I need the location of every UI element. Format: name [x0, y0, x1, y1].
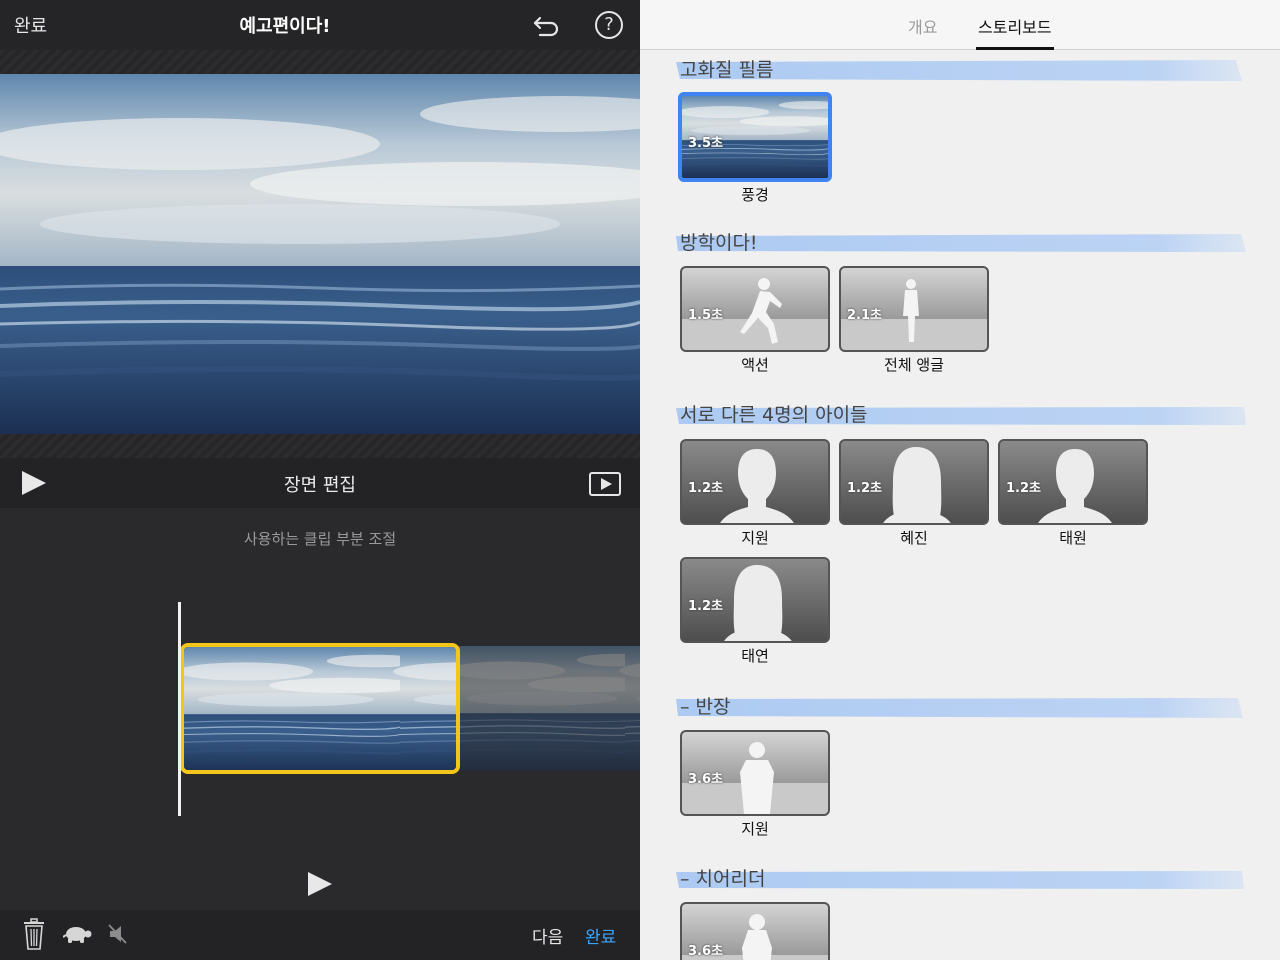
shot-label: 태원 — [1059, 529, 1087, 547]
help-icon[interactable]: ? — [595, 11, 623, 39]
shot-thumbnail[interactable]: 2.1초 — [839, 266, 989, 352]
shot-slot[interactable]: 2.1초 전체 앵글 — [839, 266, 989, 375]
shot-duration: 1.2초 — [688, 599, 723, 614]
shot-slot[interactable]: 1.2초 지원 — [680, 439, 830, 548]
trim-hint: 사용하는 클립 부분 조절 — [243, 530, 397, 548]
shot-label: 태연 — [741, 647, 769, 665]
film-strip-bottom — [0, 434, 640, 458]
shot-label: 지원 — [741, 529, 769, 547]
section-header: – 치어리더 — [676, 864, 1246, 892]
clip-timeline[interactable] — [0, 600, 640, 820]
tab-overview[interactable]: 개요 — [908, 14, 937, 38]
unused-clip-region — [455, 646, 640, 771]
turtle-icon[interactable] — [63, 923, 93, 945]
storyboard-tabs: 개요 스토리보드 — [640, 0, 1280, 50]
next-button[interactable]: 다음 — [532, 923, 563, 948]
shot-thumbnail[interactable]: 1.2초 — [680, 439, 830, 525]
shot-duration: 1.5초 — [688, 308, 723, 323]
shot-slot[interactable]: 3.6초 지원 — [680, 730, 830, 839]
shot-duration: 3.5초 — [688, 136, 723, 151]
shot-duration: 3.6초 — [688, 944, 723, 959]
shot-duration: 1.2초 — [1006, 481, 1041, 496]
shot-label: 혜진 — [900, 529, 928, 547]
editor-pane: 완료 예고편이다! ? 장면 편집 사용하는 클립 부분 조절 다음 완료 — [0, 0, 640, 960]
selected-clip-region[interactable] — [180, 643, 460, 774]
section-title: 고화질 필름 — [680, 59, 774, 81]
playhead[interactable] — [178, 602, 181, 816]
shot-slot[interactable]: 1.2초 혜진 — [839, 439, 989, 548]
tab-storyboard[interactable]: 스토리보드 — [978, 14, 1052, 38]
shot-slot[interactable]: 1.2초 태원 — [998, 439, 1148, 548]
section-title: – 반장 — [680, 696, 731, 718]
shot-thumbnail[interactable]: 1.2초 — [839, 439, 989, 525]
editor-bottom-bar: 다음 완료 — [0, 910, 640, 960]
shot-thumbnail[interactable]: 1.2초 — [998, 439, 1148, 525]
fullscreen-icon[interactable] — [589, 472, 621, 496]
shot-thumbnail[interactable]: 3.5초 — [678, 92, 832, 182]
confirm-button[interactable]: 완료 — [585, 923, 616, 948]
section-title: 방학이다! — [680, 232, 758, 254]
shot-slot[interactable]: 1.2초 태연 — [680, 557, 830, 666]
shot-label: 전체 앵글 — [884, 356, 944, 374]
shot-thumbnail[interactable]: 1.5초 — [680, 266, 830, 352]
section-header: 고화질 필름 — [676, 55, 1246, 83]
shot-slot[interactable]: 1.5초 액션 — [680, 266, 830, 375]
project-title: 예고편이다! — [239, 16, 331, 37]
scene-bar: 장면 편집 — [0, 458, 640, 508]
shot-duration: 1.2초 — [847, 481, 882, 496]
section-header: – 반장 — [676, 692, 1246, 720]
shot-thumbnail[interactable]: 3.6초 — [680, 730, 830, 816]
mute-icon[interactable] — [107, 922, 129, 946]
shot-label: 풍경 — [741, 186, 769, 204]
timeline-play-icon[interactable] — [308, 872, 332, 896]
storyboard-pane: 개요 스토리보드 고화질 필름 3.5초 풍경 방학이다! 1.5초 액션 2.… — [640, 0, 1280, 960]
shot-label: 액션 — [741, 356, 769, 374]
shot-thumbnail[interactable]: 3.6초 — [680, 902, 830, 960]
section-title: 서로 다른 4명의 아이들 — [680, 404, 868, 426]
shot-thumbnail[interactable]: 1.2초 — [680, 557, 830, 643]
shot-slot[interactable]: 3.5초 풍경 — [678, 92, 832, 205]
section-title: – 치어리더 — [680, 868, 766, 890]
undo-icon[interactable] — [532, 10, 562, 40]
editor-top-bar: 완료 예고편이다! ? — [0, 0, 640, 50]
shot-slot[interactable]: 3.6초 — [680, 902, 830, 960]
shot-label: 지원 — [741, 820, 769, 838]
shot-duration: 1.2초 — [688, 481, 723, 496]
trash-icon[interactable] — [22, 918, 46, 950]
active-tab-indicator — [976, 47, 1054, 50]
video-preview[interactable] — [0, 74, 640, 434]
shot-duration: 3.6초 — [688, 772, 723, 787]
section-header: 서로 다른 4명의 아이들 — [676, 400, 1246, 428]
shot-duration: 2.1초 — [847, 308, 882, 323]
section-header: 방학이다! — [676, 228, 1246, 256]
film-strip-top — [0, 50, 640, 74]
scene-title: 장면 편집 — [284, 475, 356, 496]
